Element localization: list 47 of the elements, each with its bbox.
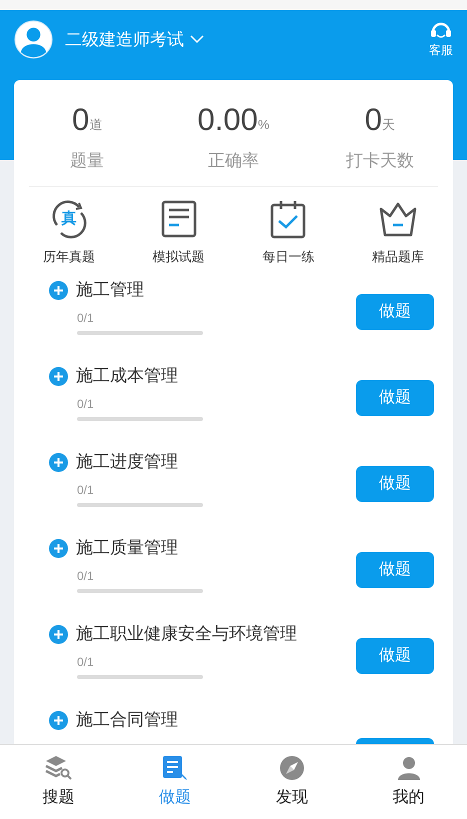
- nav-tab[interactable]: 搜题: [0, 745, 117, 819]
- chapter-title: 施工成本管理: [76, 365, 178, 388]
- stat-label: 打卡天数: [346, 150, 414, 172]
- crown-icon: [378, 200, 418, 236]
- chapter-title: 施工质量管理: [76, 537, 178, 560]
- chapter-title: 施工进度管理: [76, 451, 178, 474]
- progress-count: 0/1: [77, 396, 95, 412]
- customer-service-button[interactable]: 客服: [429, 20, 453, 58]
- nav-tab[interactable]: 发现: [234, 745, 350, 819]
- calendar-check-icon: [270, 198, 306, 238]
- expand-plus-icon[interactable]: [49, 624, 68, 644]
- exam-selector[interactable]: 二级建造师考试: [65, 26, 204, 52]
- progress-count: 0/1: [77, 654, 95, 670]
- shortcut-item[interactable]: 每日一练: [234, 198, 344, 266]
- chevron-down-icon: [190, 35, 204, 44]
- expand-plus-icon[interactable]: [49, 366, 68, 386]
- shortcut-item[interactable]: 精品题库: [343, 198, 453, 266]
- stat-label: 题量: [70, 150, 104, 172]
- expand-plus-icon[interactable]: [49, 710, 68, 730]
- stat-value: 0.00%: [198, 101, 270, 138]
- chapter-title: 施工合同管理: [76, 709, 178, 732]
- shortcut-item[interactable]: 真 历年真题: [14, 198, 124, 266]
- progress-count: 0/1: [77, 482, 95, 498]
- stat-value: 0道: [72, 101, 102, 138]
- stack-search-icon: [44, 754, 72, 780]
- stat-label: 正确率: [208, 150, 259, 172]
- practice-button[interactable]: 做题: [356, 380, 434, 416]
- chapter-title: 施工管理: [76, 279, 144, 302]
- stat-value: 0天: [364, 101, 395, 138]
- expand-plus-icon[interactable]: [49, 452, 68, 472]
- edit-document-icon: [162, 754, 188, 780]
- shortcut-item[interactable]: 模拟试题: [124, 198, 234, 266]
- chapter-title: 施工职业健康安全与环境管理: [76, 623, 297, 646]
- expand-plus-icon[interactable]: [49, 538, 68, 558]
- document-icon: [160, 200, 197, 238]
- avatar-icon[interactable]: [14, 20, 53, 59]
- nav-tab[interactable]: 我的: [350, 745, 467, 819]
- practice-button[interactable]: 做题: [356, 552, 434, 588]
- practice-button[interactable]: 做题: [356, 638, 434, 674]
- compass-icon: [278, 754, 305, 780]
- expand-plus-icon[interactable]: [49, 280, 68, 300]
- practice-button[interactable]: 做题: [356, 294, 434, 330]
- person-icon: [396, 754, 422, 780]
- nav-tab[interactable]: 做题: [116, 745, 234, 819]
- practice-button[interactable]: 做题: [356, 466, 434, 502]
- progress-count: 0/1: [77, 310, 95, 326]
- progress-count: 0/1: [77, 568, 95, 584]
